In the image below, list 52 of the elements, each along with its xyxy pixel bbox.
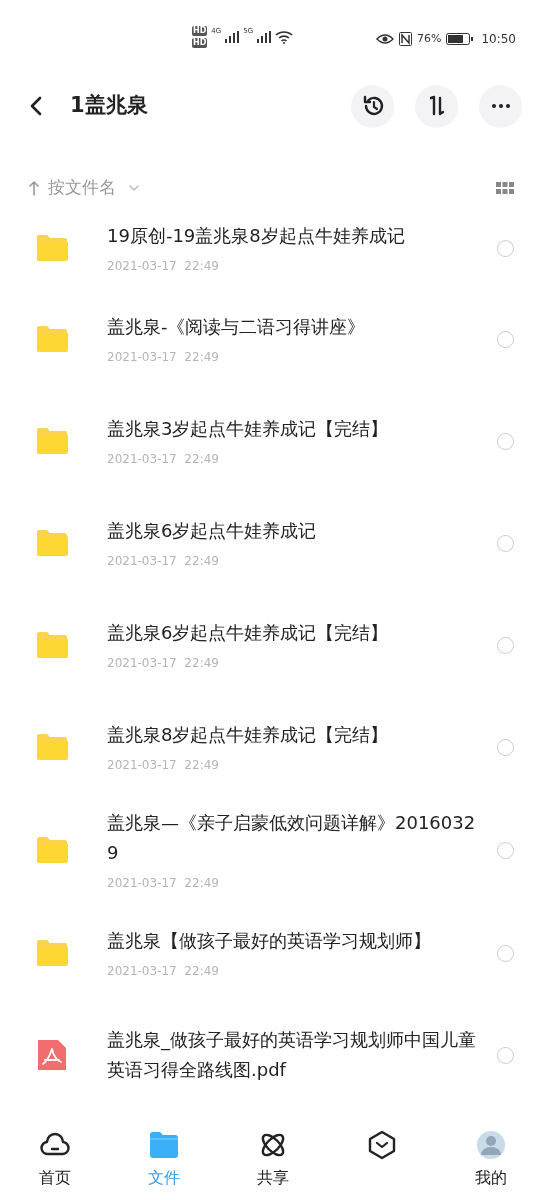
file-name[interactable]: 盖兆泉3岁起点牛娃养成记【完结】 [107, 414, 477, 444]
status-time: 10:50 [481, 31, 516, 48]
file-name[interactable]: 盖兆泉_做孩子最好的英语学习规划师中国儿童英语习得全路线图.pdf [107, 1025, 477, 1085]
file-date: 2021-03-17 22:49 [107, 963, 220, 980]
folder-icon [36, 938, 69, 968]
signal-icon [225, 31, 240, 43]
folder-icon [36, 426, 69, 456]
file-name[interactable]: 盖兆泉-《阅读与二语习得讲座》 [107, 312, 477, 342]
file-date: 2021-03-17 22:49 [107, 655, 220, 672]
pdf-file-icon [36, 1040, 69, 1070]
file-date: 2021-03-17 22:49 [107, 875, 220, 892]
nfc-icon [398, 32, 412, 46]
folder-icon [36, 528, 69, 558]
file-name[interactable]: 盖兆泉6岁起点牛娃养成记 [107, 516, 477, 546]
file-name[interactable]: 盖兆泉—《亲子启蒙低效问题详解》20160329 [107, 808, 477, 868]
sort-label: 按文件名 [48, 176, 116, 200]
page-title: 1盖兆泉 [70, 92, 148, 120]
file-date: 2021-03-17 22:49 [107, 451, 220, 468]
more-button[interactable] [479, 84, 522, 128]
signal-icon [257, 31, 272, 43]
history-button[interactable] [351, 84, 394, 128]
eye-icon [375, 33, 394, 45]
nav-tab[interactable]: 首页 [0, 1130, 110, 1190]
wifi-icon [275, 30, 294, 44]
folder-icon [147, 1130, 180, 1160]
file-date: 2021-03-17 22:49 [107, 349, 220, 366]
folder-icon [36, 324, 69, 354]
battery-icon [446, 32, 475, 46]
nav-tab[interactable]: 我的 [436, 1130, 546, 1190]
avatar-icon [475, 1130, 508, 1160]
folder-icon [36, 732, 69, 762]
file-name[interactable]: 盖兆泉【做孩子最好的英语学习规划师】 [107, 926, 477, 956]
grid-icon [496, 182, 514, 194]
more-icon [491, 104, 510, 108]
sim-label: HD [192, 26, 208, 36]
file-date: 2021-03-17 22:49 [107, 258, 220, 275]
sort-order-button[interactable] [415, 84, 458, 128]
battery-percent: 76% [416, 30, 442, 47]
nav-tab[interactable]: 共享 [218, 1130, 328, 1190]
grid-view-button[interactable] [496, 182, 514, 194]
back-icon [30, 96, 42, 116]
sim-label: HD [192, 38, 208, 48]
folder-icon [36, 835, 69, 865]
caret-icon [128, 184, 140, 192]
folder-icon [36, 233, 69, 263]
file-date: 2021-03-17 22:49 [107, 757, 220, 774]
folder-icon [36, 630, 69, 660]
up-arrow-icon [28, 180, 40, 196]
file-name[interactable]: 19原创-19盖兆泉8岁起点牛娃养成记 [107, 221, 477, 251]
file-date: 2021-03-17 22:49 [107, 553, 220, 570]
file-name[interactable]: 盖兆泉8岁起点牛娃养成记【完结】 [107, 720, 477, 750]
file-name[interactable]: 盖兆泉6岁起点牛娃养成记【完结】 [107, 618, 477, 648]
